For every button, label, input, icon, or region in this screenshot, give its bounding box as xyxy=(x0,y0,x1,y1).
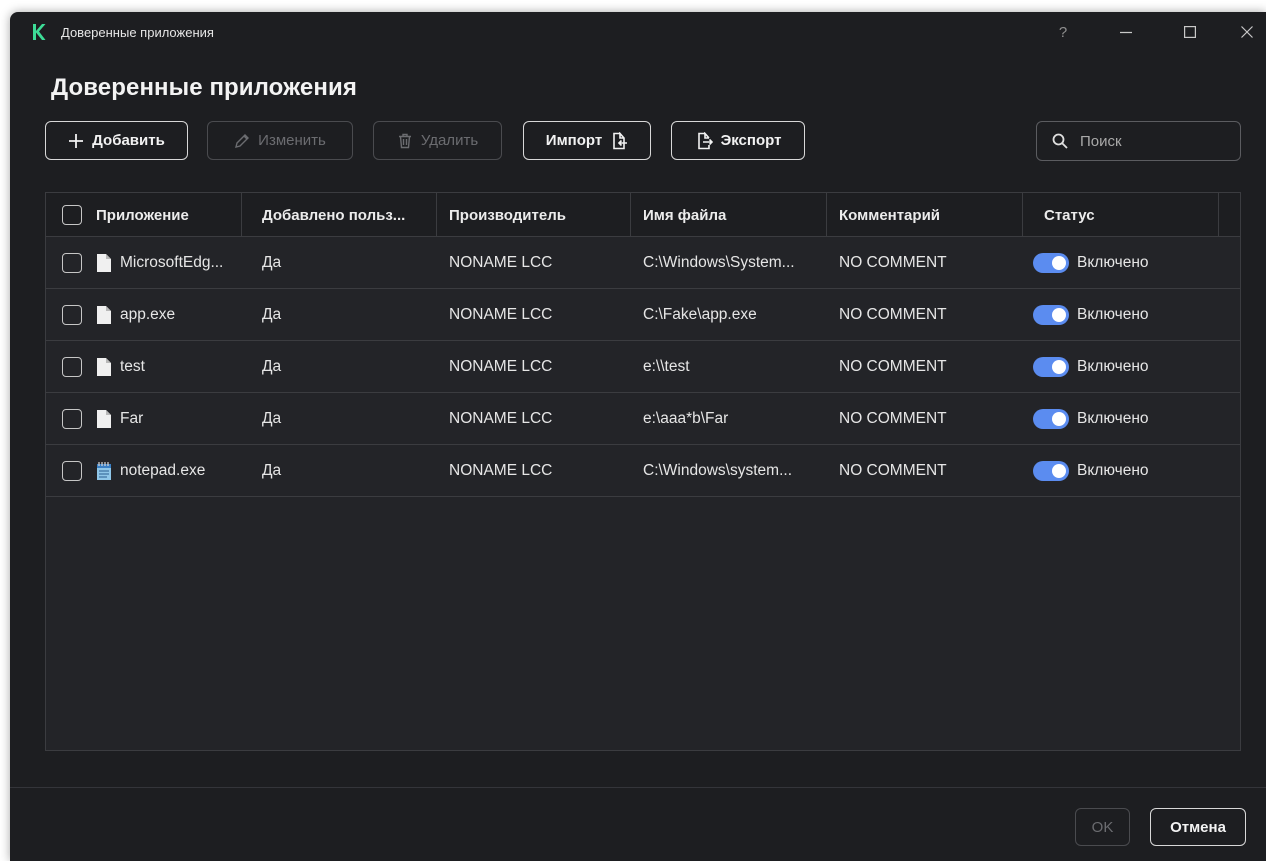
delete-button-label: Удалить xyxy=(420,132,479,149)
cell-comment: NO COMMENT xyxy=(839,410,947,427)
row-checkbox[interactable] xyxy=(62,253,82,273)
edit-button[interactable]: Изменить xyxy=(207,121,353,160)
cell-app: Far xyxy=(120,410,144,427)
export-icon xyxy=(697,131,713,149)
row-checkbox[interactable] xyxy=(62,409,82,429)
title-bar: Доверенные приложения ? xyxy=(10,12,1266,52)
column-header-app[interactable]: Приложение xyxy=(83,193,242,237)
help-icon: ? xyxy=(1058,23,1068,41)
delete-button[interactable]: Удалить xyxy=(373,121,502,160)
export-button-label: Экспорт xyxy=(720,132,782,149)
cell-vendor: NONAME LCC xyxy=(449,306,553,323)
cell-vendor: NONAME LCC xyxy=(449,254,553,271)
status-toggle[interactable] xyxy=(1033,409,1069,429)
cell-file-name: e:\\test xyxy=(643,358,690,375)
table-row[interactable]: test Да NONAME LCC e:\\test NO COMMENT Включе… xyxy=(46,341,1240,393)
cell-app: MicrosoftEdg... xyxy=(120,254,224,271)
plus-icon xyxy=(69,133,84,148)
maximize-button[interactable] xyxy=(1173,18,1207,46)
cell-added-by-user: Да xyxy=(262,462,282,479)
search-box[interactable] xyxy=(1036,121,1241,161)
table-header: Приложение Добавлено польз... Производит… xyxy=(46,193,1240,237)
cell-comment: NO COMMENT xyxy=(839,306,947,323)
cell-comment: NO COMMENT xyxy=(839,358,947,375)
cell-file-name: e:\aaa*b\Far xyxy=(643,410,729,427)
select-all-checkbox[interactable] xyxy=(62,205,82,225)
cell-vendor: NONAME LCC xyxy=(449,410,553,427)
cell-comment: NO COMMENT xyxy=(839,254,947,271)
close-button[interactable] xyxy=(1230,18,1264,46)
page-title: Доверенные приложения xyxy=(51,74,357,101)
status-toggle[interactable] xyxy=(1033,357,1069,377)
cell-status: Включено xyxy=(1077,358,1149,375)
cell-vendor: NONAME LCC xyxy=(449,462,553,479)
import-button-label: Импорт xyxy=(545,132,603,149)
column-header-added-by-user[interactable]: Добавлено польз... xyxy=(242,193,437,237)
pencil-icon xyxy=(235,133,250,148)
column-header-file-name[interactable]: Имя файла xyxy=(631,193,827,237)
cell-app: notepad.exe xyxy=(120,462,206,479)
add-button-label: Добавить xyxy=(92,132,165,149)
row-checkbox[interactable] xyxy=(62,305,82,325)
cell-status: Включено xyxy=(1077,254,1149,271)
cancel-button[interactable]: Отмена xyxy=(1150,808,1246,846)
cell-added-by-user: Да xyxy=(262,410,282,427)
table-row[interactable]: MicrosoftEdg... Да NONAME LCC C:\Windows\Sy… xyxy=(46,237,1240,289)
file-icon xyxy=(97,306,111,324)
table-row[interactable]: Far Да NONAME LCC e:\aaa*b\Far NO COMMENT Вкл… xyxy=(46,393,1240,445)
cell-file-name: C:\Windows\system... xyxy=(643,462,792,479)
column-header-status[interactable]: Статус xyxy=(1023,193,1219,237)
cell-status: Включено xyxy=(1077,462,1149,479)
notepad-icon xyxy=(97,462,111,480)
help-button[interactable]: ? xyxy=(1046,18,1080,46)
import-button[interactable]: Импорт xyxy=(523,121,651,160)
cell-file-name: C:\Windows\System... xyxy=(643,254,795,271)
file-icon xyxy=(97,358,111,376)
column-header-vendor[interactable]: Производитель xyxy=(437,193,631,237)
add-button[interactable]: Добавить xyxy=(45,121,188,160)
row-checkbox[interactable] xyxy=(62,357,82,377)
column-header-comment[interactable]: Комментарий xyxy=(827,193,1023,237)
window-title: Доверенные приложения xyxy=(61,25,214,40)
cell-added-by-user: Да xyxy=(262,306,282,323)
table-row[interactable]: notepad.exe Да NONAME LCC C:\Windows\system… xyxy=(46,445,1240,497)
maximize-icon xyxy=(1184,26,1196,38)
cell-added-by-user: Да xyxy=(262,358,282,375)
import-icon xyxy=(613,131,628,149)
file-icon xyxy=(97,254,111,272)
minimize-button[interactable] xyxy=(1109,18,1143,46)
trash-icon xyxy=(398,133,411,148)
ok-button[interactable]: OK xyxy=(1075,808,1130,846)
export-button[interactable]: Экспорт xyxy=(671,121,805,160)
dialog-footer: OK Отмена xyxy=(10,787,1266,861)
cell-vendor: NONAME LCC xyxy=(449,358,553,375)
kaspersky-logo-icon xyxy=(33,24,46,40)
close-icon xyxy=(1241,26,1253,38)
status-toggle[interactable] xyxy=(1033,305,1069,325)
search-icon xyxy=(1052,133,1068,149)
cell-file-name: C:\Fake\app.exe xyxy=(643,306,757,323)
table-row[interactable]: app.exe Да NONAME LCC C:\Fake\app.exe NO COM… xyxy=(46,289,1240,341)
column-settings-handle[interactable] xyxy=(1219,193,1240,237)
edit-button-label: Изменить xyxy=(258,132,326,149)
status-toggle[interactable] xyxy=(1033,461,1069,481)
cell-app: test xyxy=(120,358,145,375)
cell-status: Включено xyxy=(1077,306,1149,323)
cell-comment: NO COMMENT xyxy=(839,462,947,479)
trusted-apps-window: Доверенные приложения ? Доверенные прило… xyxy=(10,12,1266,861)
file-icon xyxy=(97,410,111,428)
cell-app: app.exe xyxy=(120,306,176,323)
row-checkbox[interactable] xyxy=(62,461,82,481)
cell-added-by-user: Да xyxy=(262,254,282,271)
status-toggle[interactable] xyxy=(1033,253,1069,273)
apps-table: Приложение Добавлено польз... Производит… xyxy=(45,192,1241,751)
minimize-icon xyxy=(1120,31,1132,34)
search-input[interactable] xyxy=(1080,132,1220,150)
cell-status: Включено xyxy=(1077,410,1149,427)
